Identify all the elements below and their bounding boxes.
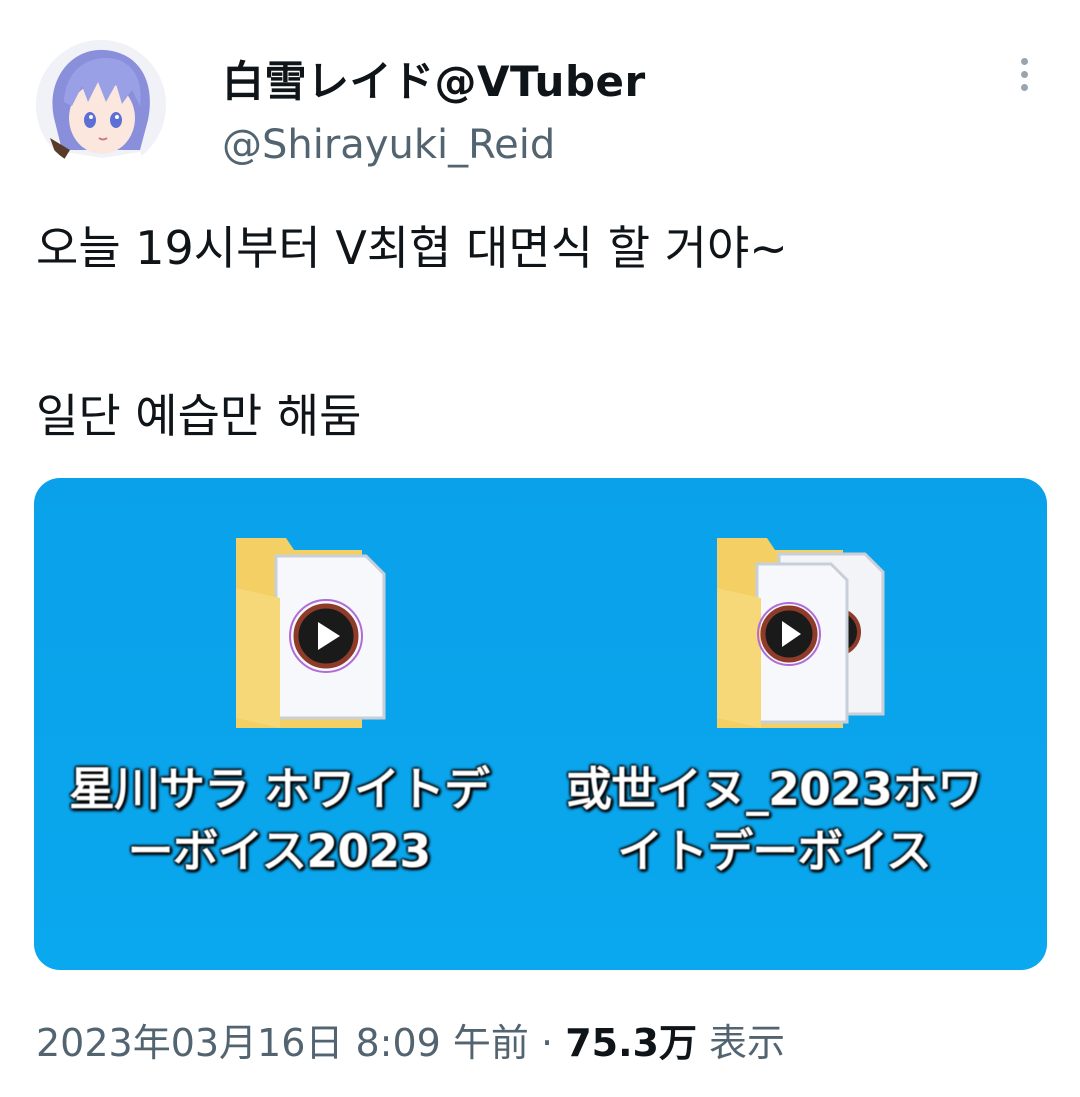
tweet-line: 일단 예습만 해둠 xyxy=(36,389,362,443)
views-count[interactable]: 75.3万 xyxy=(565,1021,697,1065)
tweet-meta: 2023年03月16日 8:09 午前 · 75.3万 表示 xyxy=(36,1012,785,1067)
avatar-image xyxy=(36,40,166,170)
avatar[interactable] xyxy=(36,40,166,170)
folder-label-line: 或世イヌ_2023ホワ xyxy=(565,762,983,816)
more-options-icon[interactable] xyxy=(1004,54,1044,94)
folder-label-line: ーボイス2023 xyxy=(127,824,432,878)
folder-label: 星川サラ ホワイトデ ーボイス2023 xyxy=(54,758,504,882)
tweet-text: 오늘 19시부터 V최협 대면식 할 거야~ 일단 예습만 해둠 xyxy=(36,216,1046,448)
folder-label-line: 星川サラ ホワイトデ xyxy=(68,762,490,816)
dot xyxy=(1020,83,1028,91)
views-label: 表示 xyxy=(709,1021,786,1065)
dot xyxy=(1020,57,1028,65)
tweet-media-image[interactable]: 星川サラ ホワイトデ ーボイス2023 或世イヌ_2023ホワ イトデーボイス xyxy=(34,478,1047,970)
folder-icon xyxy=(717,538,885,728)
timestamp[interactable]: 2023年03月16日 8:09 午前 xyxy=(36,1021,529,1065)
folder-label-line: イトデーボイス xyxy=(617,824,932,878)
desktop-folder: 或世イヌ_2023ホワ イトデーボイス xyxy=(549,528,999,938)
handle[interactable]: @Shirayuki_Reid xyxy=(222,122,555,168)
separator: · xyxy=(541,1021,554,1065)
desktop-folder: 星川サラ ホワイトデ ーボイス2023 xyxy=(54,528,504,938)
folder-label: 或世イヌ_2023ホワ イトデーボイス xyxy=(549,758,999,882)
display-name[interactable]: 白雪レイド@VTuber xyxy=(222,48,646,109)
folder-icon xyxy=(236,538,386,728)
dot xyxy=(1020,70,1028,78)
tweet-line: 오늘 19시부터 V최협 대면식 할 거야~ xyxy=(36,221,788,275)
